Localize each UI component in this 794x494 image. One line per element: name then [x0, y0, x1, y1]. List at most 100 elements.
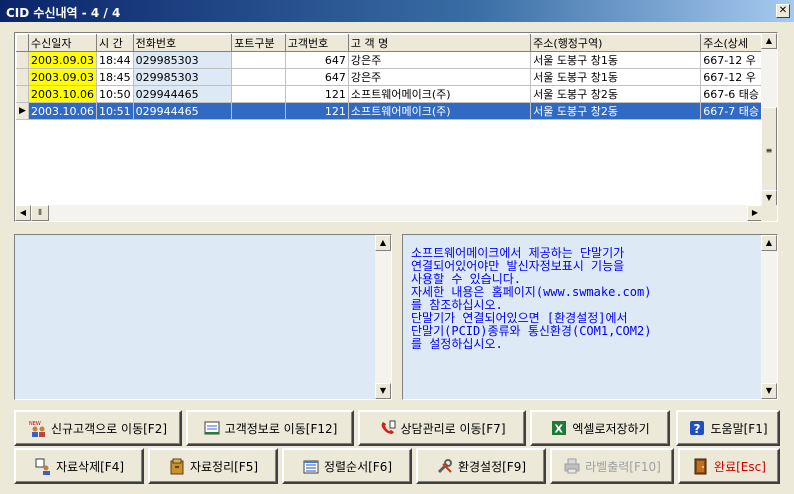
- phone-cell: 029944465: [133, 85, 233, 103]
- sort-order-button[interactable]: 정렬순서[F6]: [282, 448, 412, 484]
- horizontal-scroll-thumb[interactable]: ⦀: [31, 205, 49, 221]
- memo-panel-right[interactable]: 소프트웨어메이크에서 제공하는 단말기가 연결되어있어야만 발신자정보표시 기능을…: [402, 234, 778, 400]
- settings-label: 환경설정[F9]: [457, 459, 527, 474]
- column-header[interactable]: 주소(상세: [700, 34, 762, 52]
- excel-icon: X: [550, 419, 568, 437]
- phone-cell: 029985303: [133, 51, 233, 69]
- svg-text:NEW: NEW: [29, 421, 41, 427]
- address-detail-cell: 667-12 우: [700, 51, 762, 69]
- done-label: 완료[Esc]: [714, 459, 766, 474]
- customer-name-cell: 소프트웨어메이크(주): [348, 85, 532, 103]
- customer-no-cell: 121: [285, 102, 349, 120]
- scroll-down-arrow-icon[interactable]: ▼: [375, 383, 391, 399]
- time-cell: 18:44: [96, 51, 134, 69]
- scroll-thumb[interactable]: ≡: [761, 107, 777, 195]
- row-indicator-header: [16, 34, 29, 52]
- address-cell: 서울 도봉구 창1동: [530, 68, 702, 86]
- window-title: CID 수신내역 - 4 / 4: [6, 6, 121, 20]
- settings-button[interactable]: 환경설정[F9]: [416, 448, 546, 484]
- printer-icon: [563, 457, 581, 475]
- current-row-indicator[interactable]: ▶: [16, 102, 29, 120]
- new-person-icon: NEW: [29, 419, 47, 437]
- svg-text:X: X: [555, 423, 564, 436]
- sort-icon: [302, 457, 320, 475]
- customer-info-label: 고객정보로 이동[F12]: [224, 421, 338, 436]
- port-cell: [231, 85, 286, 103]
- scroll-down-arrow-icon[interactable]: ▼: [761, 190, 777, 206]
- cleanup-label: 자료정리[F5]: [189, 459, 259, 474]
- archive-icon: [168, 457, 186, 475]
- consult-label: 상담관리로 이동[F7]: [400, 421, 506, 436]
- scroll-up-arrow-icon[interactable]: ▲: [375, 235, 391, 251]
- cid-history-window: CID 수신내역 - 4 / 4 ✕ 수신일자 시 간 전화번호 포트구분 고객…: [0, 0, 794, 494]
- column-header[interactable]: 주소(행정구역): [530, 34, 702, 52]
- notice-line: 를 설정하십시오.: [411, 337, 503, 351]
- memo-left-scrollbar[interactable]: ▲ ▼: [375, 235, 391, 399]
- exit-door-icon: [692, 457, 710, 475]
- customer-name-cell: 강은주: [348, 68, 532, 86]
- table-header-row: 수신일자 시 간 전화번호 포트구분 고객번호 고 객 명 주소(행정구역) 주…: [16, 34, 762, 52]
- help-label: 도움말[F1]: [710, 421, 768, 436]
- new-customer-button[interactable]: NEW 신규고객으로 이동[F2]: [14, 410, 182, 446]
- help-button[interactable]: ? 도움말[F1]: [676, 410, 780, 446]
- row-indicator[interactable]: [16, 51, 29, 69]
- help-icon: ?: [688, 419, 706, 437]
- id-card-icon: [203, 419, 221, 437]
- excel-export-button[interactable]: X 엑셀로저장하기: [530, 410, 670, 446]
- label-print-button[interactable]: 라벨출력[F10]: [550, 448, 674, 484]
- memo-panel-left[interactable]: ▲ ▼: [14, 234, 392, 400]
- time-cell: 18:45: [96, 68, 134, 86]
- date-cell: 2003.10.06: [28, 102, 97, 120]
- table-row-selected[interactable]: ▶ 2003.10.06 10:51 029944465 121 소프트웨어메이…: [16, 102, 762, 120]
- call-history-table: 수신일자 시 간 전화번호 포트구분 고객번호 고 객 명 주소(행정구역) 주…: [16, 34, 762, 120]
- grid-vertical-scrollbar[interactable]: ▲ ≡ ▼: [761, 33, 777, 206]
- time-cell: 10:51: [96, 102, 134, 120]
- date-cell: 2003.10.06: [28, 85, 97, 103]
- column-header[interactable]: 고 객 명: [347, 34, 532, 52]
- grid-horizontal-scrollbar[interactable]: ◀ ⦀ ▶: [15, 205, 763, 221]
- customer-name-cell: 강은주: [348, 51, 532, 69]
- address-cell: 서울 도봉구 창2동: [530, 85, 702, 103]
- table-row[interactable]: 2003.09.03 18:44 029985303 647 강은주 서울 도봉…: [16, 51, 762, 69]
- scroll-down-arrow-icon[interactable]: ▼: [761, 383, 777, 399]
- scroll-up-arrow-icon[interactable]: ▲: [761, 33, 777, 49]
- customer-no-cell: 647: [285, 51, 349, 69]
- column-header[interactable]: 포트구분: [231, 34, 286, 52]
- scroll-up-arrow-icon[interactable]: ▲: [761, 235, 777, 251]
- done-button[interactable]: 완료[Esc]: [678, 448, 780, 484]
- phone-icon: [379, 419, 397, 437]
- table-row[interactable]: 2003.09.03 18:45 029985303 647 강은주 서울 도봉…: [16, 68, 762, 86]
- date-cell: 2003.09.03: [28, 68, 97, 86]
- customer-info-button[interactable]: 고객정보로 이동[F12]: [186, 410, 354, 446]
- column-header[interactable]: 수신일자: [27, 34, 97, 52]
- row-indicator[interactable]: [16, 85, 29, 103]
- delete-record-label: 자료삭제[F4]: [55, 459, 125, 474]
- scroll-left-arrow-icon[interactable]: ◀: [15, 205, 31, 221]
- scrollbar-corner: [761, 205, 777, 221]
- consult-button[interactable]: 상담관리로 이동[F7]: [358, 410, 526, 446]
- tools-icon: [436, 457, 454, 475]
- column-header[interactable]: 고객번호: [284, 34, 349, 52]
- svg-text:?: ?: [694, 422, 701, 436]
- customer-no-cell: 121: [285, 85, 349, 103]
- address-detail-cell: 667-7 태승: [700, 102, 762, 120]
- row-indicator[interactable]: [16, 68, 29, 86]
- table-row[interactable]: 2003.10.06 10:50 029944465 121 소프트웨어메이크(…: [16, 85, 762, 103]
- close-button[interactable]: ✕: [776, 4, 790, 18]
- port-cell: [231, 68, 286, 86]
- cleanup-button[interactable]: 자료정리[F5]: [148, 448, 278, 484]
- delete-person-icon: [34, 457, 52, 475]
- new-customer-label: 신규고객으로 이동[F2]: [50, 421, 168, 436]
- notice-text: 소프트웨어메이크에서 제공하는 단말기가 연결되어있어야만 발신자정보표시 기능을…: [411, 247, 755, 351]
- column-header[interactable]: 시 간: [95, 34, 134, 52]
- delete-record-button[interactable]: 자료삭제[F4]: [14, 448, 144, 484]
- memo-right-scrollbar[interactable]: ▲ ▼: [761, 235, 777, 399]
- address-cell: 서울 도봉구 창2동: [530, 102, 702, 120]
- call-history-grid[interactable]: 수신일자 시 간 전화번호 포트구분 고객번호 고 객 명 주소(행정구역) 주…: [14, 32, 778, 222]
- column-header[interactable]: 전화번호: [132, 34, 233, 52]
- address-cell: 서울 도봉구 창1동: [530, 51, 702, 69]
- customer-no-cell: 647: [285, 68, 349, 86]
- customer-name-cell: 소프트웨어메이크(주): [348, 102, 532, 120]
- time-cell: 10:50: [96, 85, 134, 103]
- phone-cell: 029944465: [133, 102, 233, 120]
